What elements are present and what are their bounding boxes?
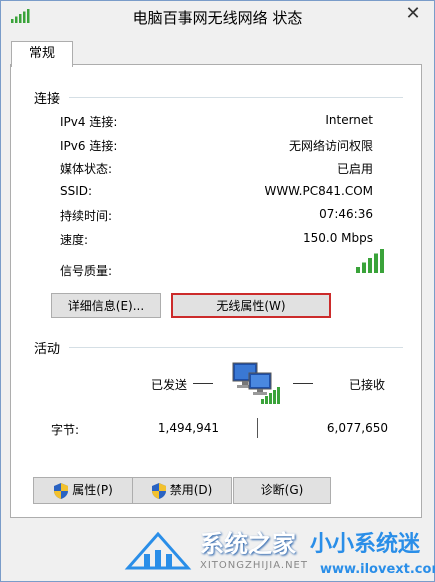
general-panel: 连接 IPv4 连接: Internet IPv6 连接: 无网络访问权限 媒体… <box>10 64 422 518</box>
media-state-value: 已启用 <box>336 162 373 176</box>
close-button[interactable]: ✕ <box>400 3 426 25</box>
disable-button-label: 禁用(D) <box>169 483 213 497</box>
ipv6-label: IPv6 连接: <box>60 139 118 153</box>
duration-value: 07:46:36 <box>319 207 373 221</box>
bytes-received-value: 6,077,650 <box>326 421 388 435</box>
disable-button[interactable]: 禁用(D) <box>132 477 232 504</box>
signal-bar <box>374 253 378 273</box>
ipv4-label: IPv4 连接: <box>60 115 118 129</box>
section-divider <box>69 97 403 98</box>
properties-button-label: 属性(P) <box>72 483 113 497</box>
signal-bar <box>368 258 372 273</box>
received-line <box>293 383 313 384</box>
watermark-sub-text: XITONGZHIJIA.NET <box>200 560 308 571</box>
uac-shield-icon <box>151 482 166 499</box>
sent-line <box>193 383 213 384</box>
window-title: 电脑百事网无线网络 状态 <box>132 9 303 27</box>
tab-general[interactable]: 常规 <box>11 41 73 67</box>
ipv4-value: Internet <box>325 113 373 127</box>
watermark-url: www.ilovext.com <box>320 562 435 577</box>
ipv6-value: 无网络访问权限 <box>288 139 373 153</box>
sent-label: 已发送 <box>151 378 188 392</box>
signal-bar <box>356 267 360 273</box>
watermark: 系统之家 XITONGZHIJIA.NET 小小系统迷 www.ilovext.… <box>110 522 435 582</box>
details-button[interactable]: 详细信息(E)... <box>51 293 161 318</box>
section-divider <box>69 347 403 348</box>
ssid-label: SSID: <box>60 184 93 198</box>
watermark-right-text: 小小系统迷 <box>310 532 421 557</box>
duration-label: 持续时间: <box>60 209 113 223</box>
received-label: 已接收 <box>349 378 386 392</box>
signal-quality-label: 信号质量: <box>60 264 113 278</box>
signal-bar <box>380 249 384 273</box>
activity-section-title: 活动 <box>34 342 61 357</box>
diagnose-button[interactable]: 诊断(G) <box>233 477 331 504</box>
wireless-properties-button[interactable]: 无线属性(W) <box>171 293 331 318</box>
network-status-window: 电脑百事网无线网络 状态 ✕ 常规 连接 IPv4 连接: Internet I… <box>0 0 435 582</box>
bytes-label: 字节: <box>51 423 80 437</box>
media-state-label: 媒体状态: <box>60 162 113 176</box>
uac-shield-icon <box>54 482 69 499</box>
watermark-main-text: 系统之家 <box>200 530 296 558</box>
signal-quality-icon <box>356 249 384 273</box>
signal-bar <box>362 262 366 273</box>
bytes-divider <box>257 418 258 438</box>
ssid-value: WWW.PC841.COM <box>264 184 373 198</box>
properties-button[interactable]: 属性(P) <box>33 477 134 504</box>
speed-label: 速度: <box>60 233 89 247</box>
network-computers-icon <box>232 362 280 404</box>
connection-section-title: 连接 <box>34 92 61 107</box>
speed-value: 150.0 Mbps <box>302 231 373 245</box>
title-bar: 电脑百事网无线网络 状态 ✕ <box>1 1 434 32</box>
watermark-logo-icon <box>124 531 192 570</box>
bytes-sent-value: 1,494,941 <box>157 421 219 435</box>
